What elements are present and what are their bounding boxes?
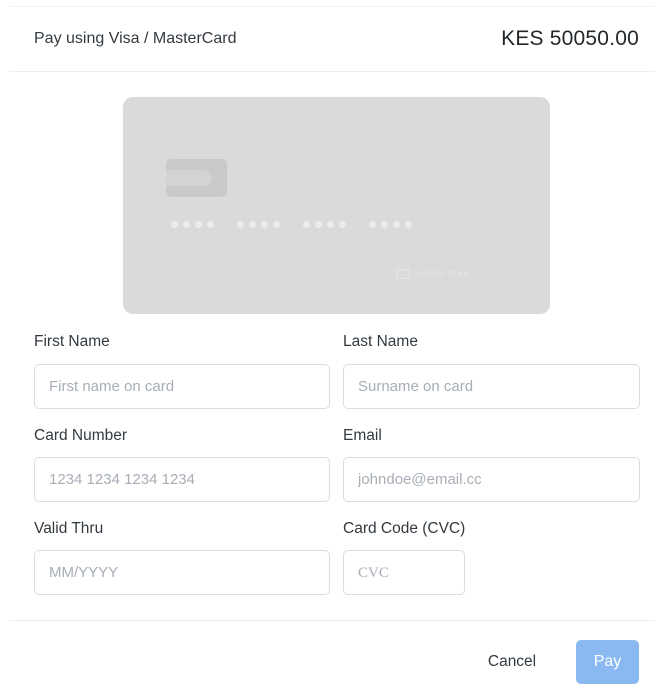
- email-input[interactable]: [343, 457, 640, 502]
- cancel-button[interactable]: Cancel: [472, 641, 552, 683]
- card-number-label: Card Number: [34, 427, 128, 444]
- expiry-input[interactable]: [34, 550, 330, 595]
- cvc-input[interactable]: [343, 550, 465, 595]
- card-brand-logo: NORTH STAR: [396, 269, 470, 279]
- card-preview: NORTH STAR: [123, 97, 550, 314]
- card-number-mask: [171, 221, 412, 228]
- card-number-input[interactable]: [34, 457, 330, 502]
- card-number-group: [303, 221, 346, 228]
- card-number-group: [369, 221, 412, 228]
- last-name-input[interactable]: [343, 364, 640, 409]
- first-name-input[interactable]: [34, 364, 330, 409]
- card-number-group: [237, 221, 280, 228]
- payment-amount: KES 50050.00: [501, 27, 639, 50]
- payment-modal: Pay using Visa / MasterCard KES 50050.00…: [0, 0, 661, 700]
- valid-thru-label: Valid Thru: [34, 520, 104, 537]
- card-brand-icon: [396, 269, 410, 279]
- pay-button[interactable]: Pay: [576, 640, 639, 684]
- modal-footer: Cancel Pay: [9, 620, 655, 691]
- card-chip-icon: [166, 159, 227, 197]
- card-brand-text: NORTH STAR: [415, 270, 470, 278]
- card-number-group: [171, 221, 214, 228]
- email-label: Email: [343, 427, 382, 444]
- cvc-label: Card Code (CVC): [343, 520, 466, 537]
- last-name-label: Last Name: [343, 333, 418, 350]
- first-name-label: First Name: [34, 333, 110, 350]
- modal-header: Pay using Visa / MasterCard KES 50050.00: [9, 6, 655, 72]
- payment-method-title: Pay using Visa / MasterCard: [34, 30, 237, 47]
